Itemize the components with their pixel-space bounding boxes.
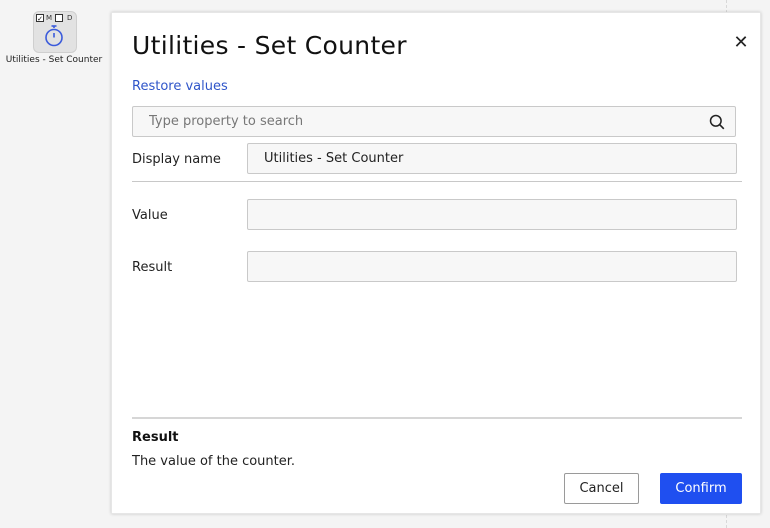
- display-name-field[interactable]: [247, 143, 737, 174]
- activity-node-label: Utilities - Set Counter: [5, 55, 103, 65]
- dialog-title: Utilities - Set Counter: [132, 31, 407, 60]
- confirm-button[interactable]: Confirm: [660, 473, 742, 504]
- properties-dialog: Utilities - Set Counter ✕ Restore values…: [111, 12, 761, 514]
- node-flag-d: D: [67, 14, 73, 22]
- result-label: Result: [132, 260, 173, 275]
- property-search: [132, 106, 736, 137]
- checkbox-icon[interactable]: ✓: [36, 14, 44, 23]
- cancel-button[interactable]: Cancel: [564, 473, 639, 504]
- activity-node[interactable]: ✓ M D: [33, 11, 77, 53]
- help-divider: [132, 417, 742, 419]
- restore-values-link[interactable]: Restore values: [132, 79, 228, 94]
- checkbox-d-icon[interactable]: [55, 14, 63, 22]
- node-flag-m: M: [46, 14, 53, 22]
- search-icon[interactable]: [709, 114, 725, 130]
- help-title: Result: [132, 430, 179, 445]
- display-name-label: Display name: [132, 152, 221, 167]
- value-field[interactable]: [247, 199, 737, 230]
- search-input[interactable]: [133, 107, 709, 136]
- close-icon[interactable]: ✕: [731, 33, 751, 53]
- stopwatch-icon: [45, 25, 63, 47]
- section-divider: [132, 181, 742, 182]
- help-text: The value of the counter.: [132, 454, 296, 469]
- value-label: Value: [132, 208, 168, 223]
- result-field[interactable]: [247, 251, 737, 282]
